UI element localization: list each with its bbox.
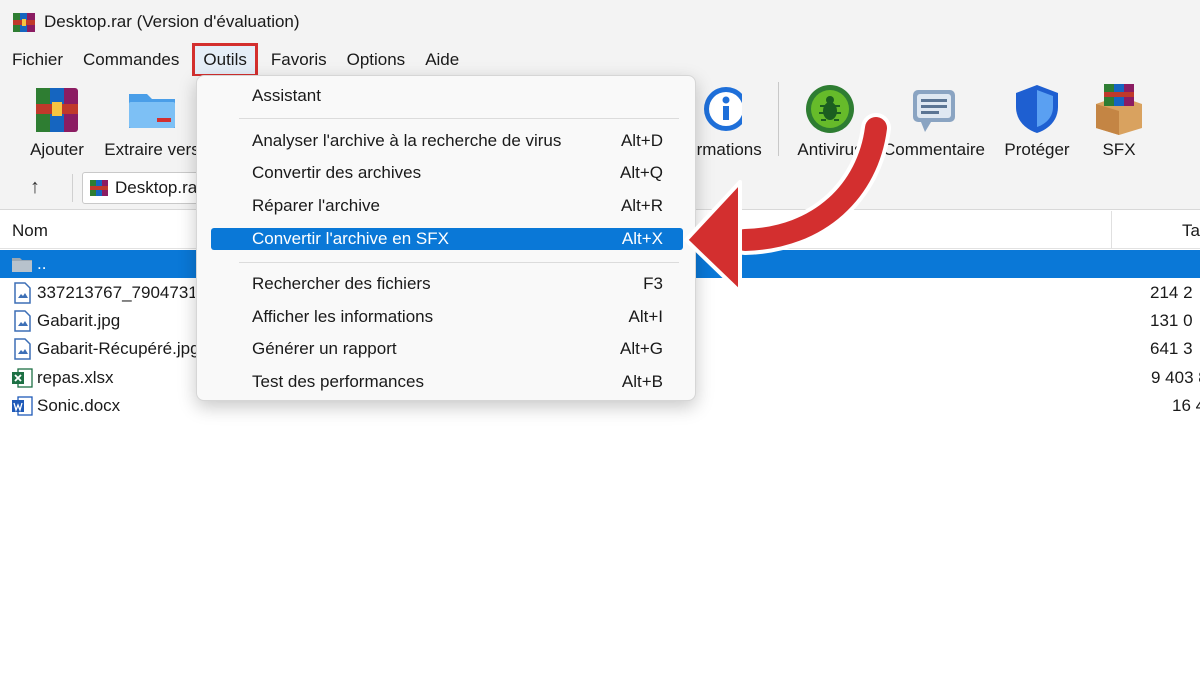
menu-item-benchmark[interactable]: Test des performances Alt+B <box>211 371 683 393</box>
menu-item-label: Rechercher des fichiers <box>252 274 431 293</box>
file-size: 131 0 <box>1150 311 1193 330</box>
image-file-icon <box>14 310 31 332</box>
extract-to-label: Extraire vers <box>104 140 200 159</box>
menu-separator <box>239 118 679 119</box>
menu-item-show-info[interactable]: Afficher les informations Alt+I <box>211 306 683 328</box>
menu-outils[interactable]: Outils <box>192 43 258 77</box>
file-size: 9 403 8 <box>1151 368 1200 387</box>
file-size: 16 4 <box>1172 396 1200 415</box>
word-file-icon <box>12 396 33 416</box>
column-size-header[interactable]: Taille <box>1182 221 1200 241</box>
shield-icon <box>1016 85 1058 133</box>
file-name: Gabarit-Récupéré.jpg <box>37 339 197 358</box>
menu-commandes[interactable]: Commandes <box>73 44 189 76</box>
column-separator[interactable] <box>1111 211 1112 249</box>
virus-scan-icon <box>806 85 854 133</box>
column-name-header[interactable]: Nom <box>12 221 48 241</box>
menu-item-shortcut: Alt+Q <box>620 163 663 182</box>
window-title: Desktop.rar (Version d'évaluation) <box>44 12 300 31</box>
title-bar: Desktop.rar (Version d'évaluation) <box>0 0 1200 44</box>
antivirus-label: Antivirus <box>797 140 863 159</box>
file-name: repas.xlsx <box>37 368 114 387</box>
menu-separator <box>239 262 679 263</box>
comment-icon <box>913 90 955 132</box>
menu-item-repair-archive[interactable]: Réparer l'archive Alt+R <box>211 195 683 217</box>
menu-item-shortcut: Alt+X <box>621 229 663 248</box>
sfx-button[interactable]: SFX <box>1086 82 1152 162</box>
sfx-box-icon <box>1096 84 1142 135</box>
menu-item-label: Convertir des archives <box>252 163 422 182</box>
menu-item-generate-report[interactable]: Générer un rapport Alt+G <box>211 338 683 360</box>
file-name: Gabarit.jpg <box>37 311 121 330</box>
menu-item-convert-to-sfx[interactable]: Convertir l'archive en SFX Alt+X <box>211 228 683 250</box>
comment-button[interactable]: Commentaire <box>880 82 988 162</box>
protect-label: Protéger <box>1004 140 1070 159</box>
winrar-archive-icon <box>90 180 108 196</box>
menu-item-label: Réparer l'archive <box>252 196 380 215</box>
sfx-label: SFX <box>1102 140 1136 159</box>
file-name: .. <box>37 254 47 273</box>
excel-file-icon <box>12 368 33 388</box>
file-name: 337213767_790473151 <box>37 283 195 302</box>
image-file-icon <box>14 338 31 360</box>
menu-item-convert-archives[interactable]: Convertir des archives Alt+Q <box>211 162 683 184</box>
menu-item-label: Générer un rapport <box>252 339 397 358</box>
menu-options[interactable]: Options <box>337 44 416 76</box>
menu-item-scan-virus[interactable]: Analyser l'archive à la recherche de vir… <box>211 130 683 152</box>
menu-item-shortcut: Alt+G <box>620 339 663 358</box>
outils-dropdown-menu: Assistant Analyser l'archive à la recher… <box>196 75 696 401</box>
file-name: Sonic.docx <box>37 396 121 415</box>
info-icon <box>704 87 742 131</box>
menu-fichier[interactable]: Fichier <box>2 44 73 76</box>
address-path: Desktop.rar <box>115 178 203 197</box>
file-size: 214 2 <box>1150 283 1193 302</box>
menu-item-shortcut: F3 <box>643 274 663 293</box>
image-file-icon <box>14 282 31 304</box>
menu-bar: Fichier Commandes Outils Favoris Options… <box>0 43 1200 77</box>
menu-favoris[interactable]: Favoris <box>261 44 337 76</box>
add-button[interactable]: Ajouter <box>26 82 88 162</box>
winrar-icon <box>13 13 35 32</box>
add-label: Ajouter <box>30 140 84 159</box>
toolbar-separator <box>778 82 779 156</box>
menu-item-assistant[interactable]: Assistant <box>211 85 683 107</box>
menu-aide[interactable]: Aide <box>415 44 469 76</box>
menu-item-shortcut: Alt+D <box>620 131 663 150</box>
menu-item-shortcut: Alt+R <box>620 196 663 215</box>
protect-button[interactable]: Protéger <box>1000 82 1074 162</box>
menu-item-label: Afficher les informations <box>252 307 434 326</box>
extract-folder-icon <box>129 94 175 128</box>
comment-label: Commentaire <box>882 140 986 159</box>
menu-item-label: Assistant <box>252 86 321 105</box>
menu-item-label: Convertir l'archive en SFX <box>252 229 449 248</box>
extract-to-button[interactable]: Extraire vers <box>104 82 200 162</box>
menu-item-label: Test des performances <box>252 372 424 391</box>
address-separator <box>72 174 73 202</box>
menu-item-shortcut: Alt+B <box>621 372 663 391</box>
file-size: 641 3 <box>1150 339 1193 358</box>
up-arrow-icon[interactable]: ↑ <box>24 176 46 198</box>
antivirus-button[interactable]: Antivirus <box>792 82 868 162</box>
folder-icon <box>12 258 32 272</box>
menu-item-find-files[interactable]: Rechercher des fichiers F3 <box>211 273 683 295</box>
add-archive-icon <box>36 88 78 132</box>
menu-item-shortcut: Alt+I <box>628 307 664 326</box>
menu-item-label: Analyser l'archive à la recherche de vir… <box>252 131 562 150</box>
